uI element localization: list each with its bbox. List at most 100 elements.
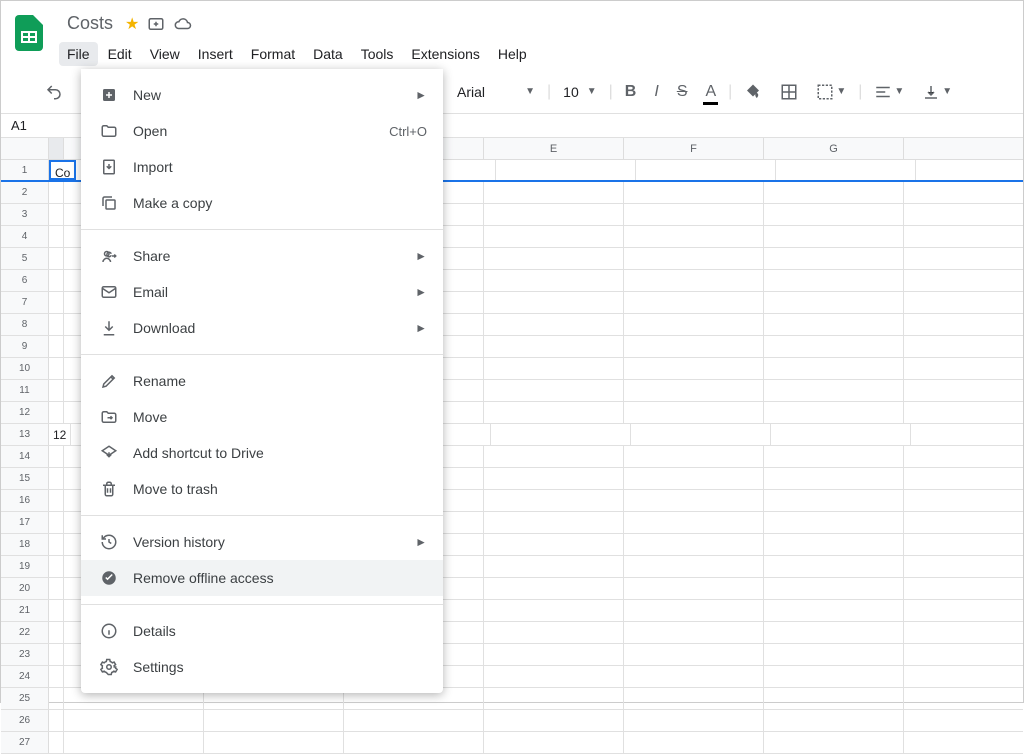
row-header[interactable]: 19 xyxy=(1,556,49,577)
cell[interactable] xyxy=(764,446,904,467)
cell[interactable] xyxy=(484,446,624,467)
cell[interactable] xyxy=(49,600,64,621)
row-header[interactable]: 17 xyxy=(1,512,49,533)
star-icon[interactable]: ★ xyxy=(125,14,139,34)
col-header[interactable]: F xyxy=(624,138,764,159)
cell[interactable] xyxy=(491,424,631,445)
file-menu-move-to-trash[interactable]: Move to trash xyxy=(81,471,443,507)
cell[interactable] xyxy=(624,534,764,555)
doc-title[interactable]: Costs xyxy=(63,11,117,36)
menu-view[interactable]: View xyxy=(142,42,188,66)
cell[interactable] xyxy=(484,578,624,599)
cell[interactable] xyxy=(204,732,344,753)
cell[interactable] xyxy=(484,732,624,753)
font-size-selector[interactable]: 10 ▼ xyxy=(557,82,602,102)
menu-file[interactable]: File xyxy=(59,42,98,66)
cell[interactable] xyxy=(344,710,484,731)
row-header[interactable]: 10 xyxy=(1,358,49,379)
cell[interactable] xyxy=(764,204,904,225)
cell[interactable] xyxy=(624,644,764,665)
cell[interactable] xyxy=(484,710,624,731)
cell[interactable] xyxy=(49,710,64,731)
cell[interactable] xyxy=(624,270,764,291)
cell[interactable] xyxy=(636,160,776,180)
row-header[interactable]: 15 xyxy=(1,468,49,489)
cell[interactable] xyxy=(764,380,904,401)
cell[interactable] xyxy=(624,666,764,687)
cell[interactable]: 12 xyxy=(49,424,71,445)
cell[interactable] xyxy=(764,248,904,269)
cell[interactable] xyxy=(624,402,764,423)
cell[interactable] xyxy=(484,512,624,533)
cell[interactable] xyxy=(624,600,764,621)
cell[interactable] xyxy=(764,710,904,731)
cell[interactable] xyxy=(484,644,624,665)
menu-tools[interactable]: Tools xyxy=(353,42,402,66)
cell[interactable] xyxy=(484,226,624,247)
cell[interactable] xyxy=(764,600,904,621)
cell[interactable] xyxy=(484,468,624,489)
cell[interactable] xyxy=(776,160,916,180)
row-header[interactable]: 20 xyxy=(1,578,49,599)
cell[interactable] xyxy=(764,732,904,753)
menu-data[interactable]: Data xyxy=(305,42,351,66)
cell[interactable] xyxy=(624,292,764,313)
cell[interactable] xyxy=(484,336,624,357)
cell[interactable] xyxy=(484,358,624,379)
cell[interactable] xyxy=(49,688,64,709)
row-header[interactable]: 24 xyxy=(1,666,49,687)
cell[interactable] xyxy=(49,204,64,225)
cell[interactable] xyxy=(49,182,64,203)
col-header[interactable]: E xyxy=(484,138,624,159)
cell[interactable] xyxy=(624,358,764,379)
file-menu-rename[interactable]: Rename xyxy=(81,363,443,399)
vertical-align-button[interactable]: ▼ xyxy=(916,79,958,105)
cell[interactable] xyxy=(484,182,624,203)
cell[interactable] xyxy=(49,666,64,687)
cell[interactable] xyxy=(624,556,764,577)
cell[interactable] xyxy=(764,468,904,489)
cell[interactable] xyxy=(624,490,764,511)
file-menu-version-history[interactable]: Version history► xyxy=(81,524,443,560)
cell[interactable] xyxy=(484,600,624,621)
cell[interactable] xyxy=(624,732,764,753)
row-header[interactable]: 5 xyxy=(1,248,49,269)
cell[interactable] xyxy=(49,446,64,467)
cell[interactable] xyxy=(624,204,764,225)
cell[interactable] xyxy=(764,314,904,335)
cell[interactable] xyxy=(484,270,624,291)
text-color-button[interactable]: A xyxy=(699,79,722,105)
col-header-a[interactable] xyxy=(49,138,64,159)
cell[interactable] xyxy=(624,446,764,467)
cell[interactable] xyxy=(49,226,64,247)
cell[interactable] xyxy=(624,688,764,709)
file-menu-import[interactable]: Import xyxy=(81,149,443,185)
cell[interactable] xyxy=(764,622,904,643)
row-header[interactable]: 16 xyxy=(1,490,49,511)
cell[interactable] xyxy=(764,512,904,533)
row-header[interactable]: 21 xyxy=(1,600,49,621)
cell[interactable] xyxy=(771,424,911,445)
merge-cells-button[interactable]: ▼ xyxy=(810,79,852,105)
cell[interactable] xyxy=(624,314,764,335)
row-header[interactable]: 23 xyxy=(1,644,49,665)
cell[interactable] xyxy=(484,292,624,313)
row-header[interactable]: 4 xyxy=(1,226,49,247)
cell[interactable] xyxy=(484,314,624,335)
cloud-status-icon[interactable] xyxy=(173,15,193,33)
file-menu-new[interactable]: New► xyxy=(81,77,443,113)
cell[interactable] xyxy=(49,644,64,665)
row-header[interactable]: 12 xyxy=(1,402,49,423)
sheets-logo[interactable] xyxy=(9,13,49,53)
row-header[interactable]: 9 xyxy=(1,336,49,357)
cell[interactable] xyxy=(764,358,904,379)
font-selector[interactable]: Arial ▼ xyxy=(451,82,541,102)
bold-button[interactable]: B xyxy=(619,79,643,105)
file-menu-settings[interactable]: Settings xyxy=(81,649,443,685)
cell[interactable] xyxy=(204,710,344,731)
menu-help[interactable]: Help xyxy=(490,42,535,66)
menu-extensions[interactable]: Extensions xyxy=(403,42,487,66)
cell[interactable] xyxy=(764,556,904,577)
row-header[interactable]: 8 xyxy=(1,314,49,335)
cell[interactable] xyxy=(764,688,904,709)
